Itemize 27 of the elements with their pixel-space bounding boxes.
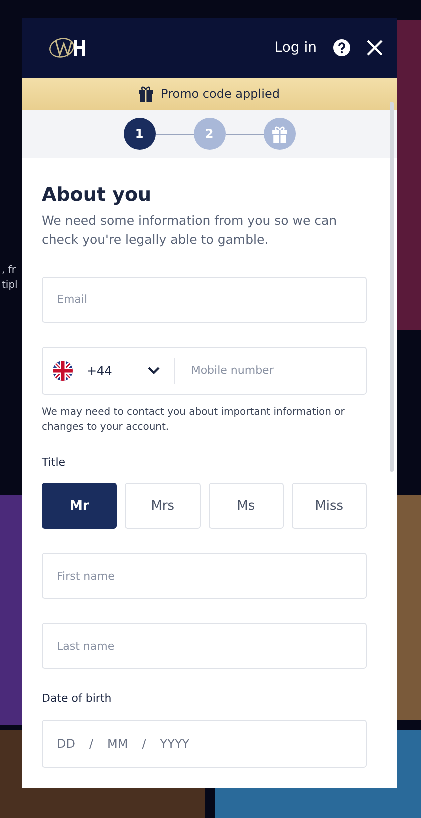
form-heading: About you (42, 184, 153, 207)
title-label: Title (42, 454, 67, 471)
promo-text: Promo code applied (161, 86, 280, 103)
background-text: tipl (2, 279, 18, 293)
date-of-birth-field[interactable]: DD / MM / YYYY (42, 720, 367, 768)
phone-field[interactable]: +44 Mobile number (42, 346, 367, 395)
chevron-down-icon (148, 366, 160, 375)
logo-icon (48, 35, 88, 61)
background-text: , fr (2, 264, 16, 278)
close-button[interactable] (367, 40, 383, 56)
title-option[interactable]: Ms (208, 483, 284, 530)
email-field[interactable]: Email (42, 276, 367, 323)
login-link[interactable]: Log in (274, 38, 317, 58)
title-option[interactable]: Miss (292, 483, 367, 530)
intro-text: We need some information from you so we can check you're legally able to gamble. (42, 212, 338, 249)
first-name-field[interactable]: First name (42, 553, 367, 600)
country-code-dropdown[interactable]: +44 (53, 358, 176, 384)
phone-note: We may need to contact you about important information or changes to your account. (42, 406, 346, 435)
step-indicator[interactable]: 1 (124, 118, 156, 150)
dob-label: Date of birth (42, 691, 113, 708)
help-button[interactable] (333, 39, 351, 57)
flag-icon (53, 360, 73, 381)
gift-icon (139, 86, 154, 102)
last-name-field[interactable]: Last name (42, 623, 367, 670)
scrollbar[interactable] (390, 102, 394, 472)
title-option[interactable]: Mrs (125, 483, 200, 530)
title-option[interactable]: Mr (42, 483, 118, 530)
